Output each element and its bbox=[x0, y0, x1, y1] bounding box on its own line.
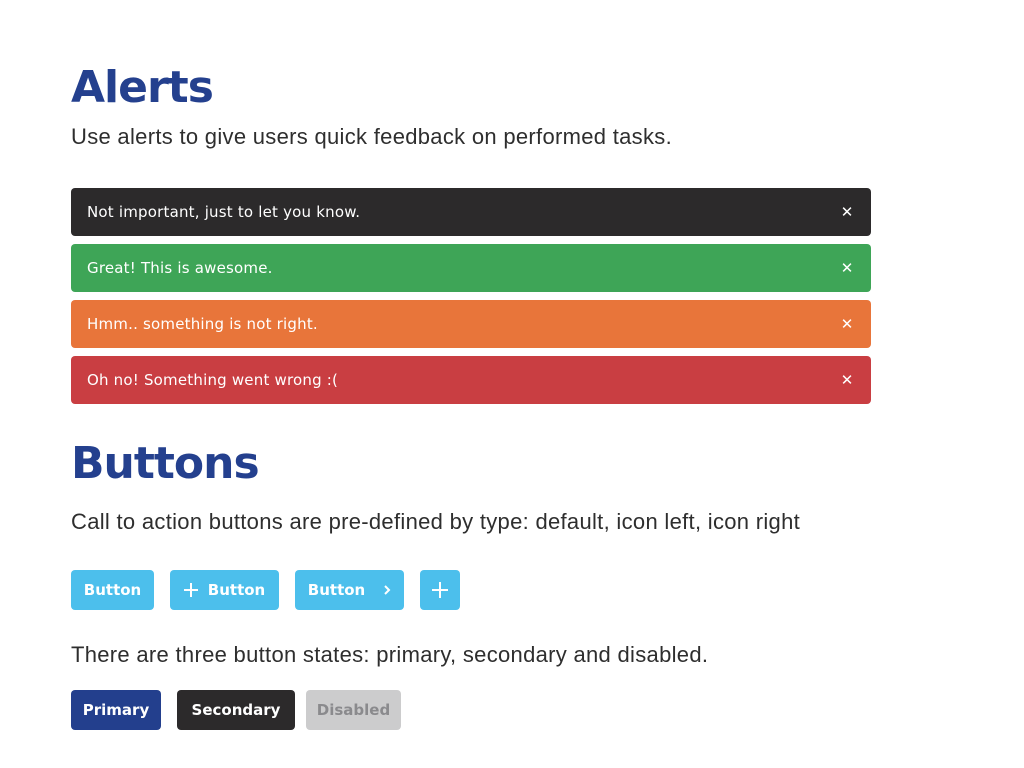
alert-message: Hmm.. something is not right. bbox=[87, 315, 318, 333]
alert-message: Great! This is awesome. bbox=[87, 259, 273, 277]
primary-button[interactable]: Primary bbox=[71, 690, 161, 730]
secondary-button[interactable]: Secondary bbox=[177, 690, 295, 730]
close-icon[interactable]: ✕ bbox=[837, 202, 857, 222]
button-default[interactable]: Button bbox=[71, 570, 154, 610]
close-icon[interactable]: ✕ bbox=[837, 258, 857, 278]
button-icon-left[interactable]: Button bbox=[170, 570, 279, 610]
buttons-description: Call to action buttons are pre-defined b… bbox=[71, 509, 801, 534]
button-states-description: There are three button states: primary, … bbox=[71, 642, 709, 667]
button-label: Disabled bbox=[316, 701, 391, 719]
alerts-heading: Alerts bbox=[71, 62, 214, 113]
button-icon-right[interactable]: Button bbox=[295, 570, 404, 610]
alerts-description: Use alerts to give users quick feedback … bbox=[71, 124, 672, 149]
button-label: Secondary bbox=[191, 701, 281, 719]
plus-icon bbox=[183, 583, 198, 597]
alert-error: Oh no! Something went wrong :( ✕ bbox=[71, 356, 871, 404]
alert-message: Oh no! Something went wrong :( bbox=[87, 371, 339, 389]
alert-message: Not important, just to let you know. bbox=[87, 203, 361, 221]
chevron-right-icon bbox=[383, 584, 391, 596]
close-icon[interactable]: ✕ bbox=[837, 314, 857, 334]
alert-success: Great! This is awesome. ✕ bbox=[71, 244, 871, 292]
alert-warning: Hmm.. something is not right. ✕ bbox=[71, 300, 871, 348]
plus-icon bbox=[432, 582, 448, 598]
disabled-button: Disabled bbox=[306, 690, 401, 730]
button-label: Button bbox=[83, 581, 142, 599]
buttons-heading: Buttons bbox=[71, 438, 260, 489]
button-label: Button bbox=[307, 581, 366, 599]
button-icon-only[interactable] bbox=[420, 570, 460, 610]
close-icon[interactable]: ✕ bbox=[837, 370, 857, 390]
button-label: Primary bbox=[82, 701, 150, 719]
alert-info: Not important, just to let you know. ✕ bbox=[71, 188, 871, 236]
button-label: Button bbox=[207, 581, 266, 599]
